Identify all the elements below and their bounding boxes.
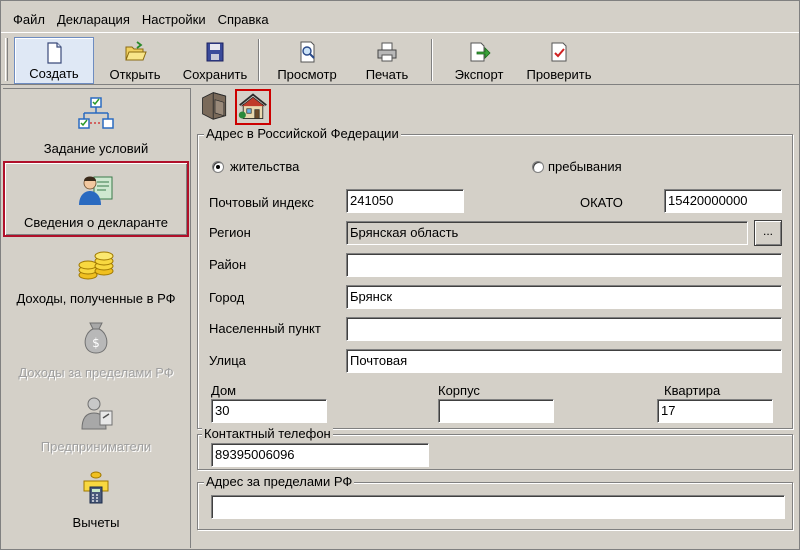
floppy-disk-icon [206,42,224,62]
okato-field[interactable]: 15420000000 [664,189,782,213]
street-label: Улица [209,353,246,368]
save-button[interactable]: Сохранить [177,37,253,84]
print-label: Печать [365,67,409,82]
settlement-field[interactable] [346,317,782,341]
address-abroad-group: Адрес за пределами РФ [197,474,793,530]
coins-icon [78,251,114,280]
menu-declaration[interactable]: Декларация [51,9,136,31]
residence-radio-label: жительства [230,159,300,174]
nav-label-declarant: Сведения о декларанте [24,215,168,230]
main-window: Файл Декларация Настройки Справка Создат… [0,0,800,550]
money-bag-icon: $ [84,322,108,354]
postal-code-label: Почтовый индекс [209,195,314,210]
address-abroad-field[interactable] [211,495,785,519]
building-field[interactable] [438,399,554,423]
create-label: Создать [29,66,79,81]
street-field[interactable]: Почтовая [346,349,782,373]
nav-item-income-abroad[interactable]: $ Доходы за пределами РФ [3,311,189,381]
menu-file[interactable]: Файл [7,9,51,31]
printer-icon [377,42,397,62]
export-label: Экспорт [454,67,504,82]
toolbar-separator [431,39,433,81]
district-field[interactable] [346,253,782,277]
menu-bar: Файл Декларация Настройки Справка [7,9,275,31]
toolbar-separator [258,39,260,81]
menu-settings[interactable]: Настройки [136,9,212,31]
district-label: Район [209,257,247,272]
nav-label-deductions: Вычеты [72,515,120,530]
house-field[interactable]: 30 [211,399,327,423]
nav-item-income-rf[interactable]: Доходы, полученные в РФ [3,239,189,309]
toolbar: Создать Открыть Сохранить Просмотр Печат… [1,32,799,85]
contact-phone-title: Контактный телефон [202,426,333,441]
person-card-icon [79,176,113,205]
nav-label-income-abroad: Доходы за пределами РФ [18,365,174,380]
check-button[interactable]: Проверить [519,37,599,84]
export-icon [470,42,491,62]
toolbar-grip[interactable] [5,38,8,81]
region-field[interactable]: Брянская область [346,221,748,245]
address-abroad-title: Адрес за пределами РФ [204,474,355,489]
address-rf-group: Адрес в Российской Федерации жительства … [197,126,793,429]
house-icon [238,93,267,119]
building-label: Корпус [438,383,480,398]
nav-item-conditions[interactable]: Задание условий [3,91,189,161]
check-document-icon [551,42,567,62]
contact-phone-field[interactable]: 89395006096 [211,443,429,467]
nav-item-entrepreneurs[interactable]: Предприниматели [3,383,189,455]
preview-button[interactable]: Просмотр [269,37,345,84]
preview-magnifier-icon [300,41,315,63]
postal-code-field[interactable]: 241050 [346,189,464,213]
address-rf-title: Адрес в Российской Федерации [204,126,401,141]
house-label: Дом [211,383,237,398]
menu-help[interactable]: Справка [212,9,275,31]
nav-label-conditions: Задание условий [43,141,149,156]
export-button[interactable]: Экспорт [441,37,517,84]
new-document-icon [47,42,62,64]
open-folder-icon [125,41,147,61]
nav-label-income-rf: Доходы, полученные в РФ [16,291,176,306]
stay-radio[interactable] [532,161,544,173]
settlement-label: Населенный пункт [209,321,321,336]
city-label: Город [209,290,245,305]
region-label: Регион [209,225,251,240]
flowchart-icon [78,97,114,129]
check-label: Проверить [526,67,592,82]
open-label: Открыть [109,67,161,82]
okato-label: ОКАТО [580,195,623,210]
save-label: Сохранить [182,67,248,82]
open-button[interactable]: Открыть [97,37,173,84]
preview-label: Просмотр [277,67,337,82]
flat-label: Квартира [664,383,721,398]
nav-item-deductions[interactable]: Вычеты [3,457,189,530]
nav-label-entrepreneurs: Предприниматели [40,439,152,454]
books-icon [202,92,227,120]
flat-field[interactable]: 17 [657,399,773,423]
left-navigation: Задание условий Сведения о декларанте До… [3,88,191,548]
print-button[interactable]: Печать [349,37,425,84]
declarant-panel: Адрес в Российской Федерации жительства … [193,88,799,548]
calculator-coins-icon [83,471,109,504]
stay-radio-label: пребывания [548,159,622,174]
create-button[interactable]: Создать [14,37,94,84]
svg-text:$: $ [92,336,100,350]
tab-identity-docs[interactable] [199,89,235,125]
contact-phone-group: Контактный телефон 89395006096 [197,426,793,470]
residence-radio[interactable] [212,161,224,173]
region-select-button[interactable]: ... [754,220,782,246]
nav-item-declarant[interactable]: Сведения о декларанте [3,161,189,237]
city-field[interactable]: Брянск [346,285,782,309]
businessman-icon [81,397,113,430]
tab-address[interactable] [235,89,271,125]
